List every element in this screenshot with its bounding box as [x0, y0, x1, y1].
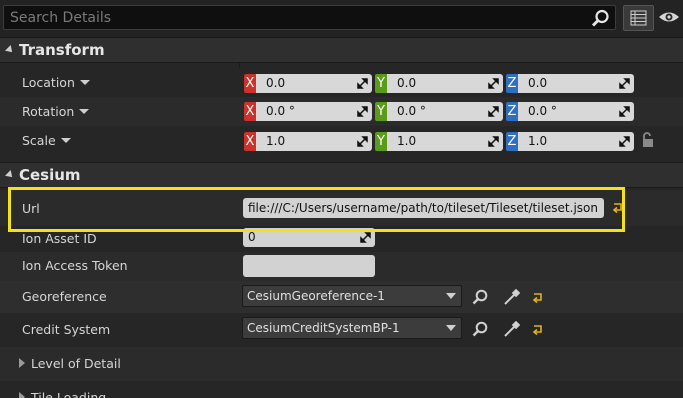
- expand-arrow-icon[interactable]: [19, 358, 25, 368]
- location-x-field[interactable]: X 0.0: [244, 74, 372, 93]
- axis-x-label: X: [244, 74, 256, 93]
- url-field[interactable]: file:///C:/Users/username/path/to/tilese…: [243, 198, 604, 218]
- property-row-georeference: Georeference CesiumGeoreference-1: [0, 281, 683, 313]
- level-of-detail-label: Level of Detail: [31, 356, 121, 371]
- axis-x-label: X: [244, 102, 256, 121]
- property-row-ion-asset-id: Ion Asset ID 0: [0, 226, 683, 252]
- scale-y-field[interactable]: Y 1.0: [375, 132, 503, 151]
- lock-icon[interactable]: [640, 131, 656, 152]
- drag-arrows-icon[interactable]: [360, 232, 371, 243]
- collapse-arrow-icon[interactable]: [5, 45, 15, 55]
- ion-access-token-label: Ion Access Token: [22, 258, 128, 273]
- property-row-scale: Scale X 1.0 Y 1.0 Z 1.0: [0, 126, 683, 156]
- ion-asset-id-field[interactable]: 0: [243, 228, 375, 247]
- reset-to-default-icon[interactable]: [532, 291, 544, 306]
- category-level-of-detail[interactable]: Level of Detail: [0, 347, 683, 381]
- eyedropper-icon[interactable]: [503, 288, 521, 309]
- location-z-field[interactable]: Z 0.0: [506, 74, 634, 93]
- drag-arrows-icon[interactable]: [619, 136, 630, 147]
- drag-arrows-icon[interactable]: [357, 136, 368, 147]
- axis-y-label: Y: [375, 132, 387, 151]
- property-row-rotation: Rotation X 0.0 ° Y 0.0 ° Z 0.0 °: [0, 97, 683, 126]
- url-label: Url: [22, 201, 40, 216]
- chevron-down-icon: [79, 109, 90, 114]
- drag-arrows-icon[interactable]: [488, 136, 499, 147]
- property-matrix-button[interactable]: [623, 5, 654, 31]
- ion-asset-id-value: 0: [248, 230, 256, 244]
- georeference-label: Georeference: [22, 289, 107, 304]
- scale-x-field[interactable]: X 1.0: [244, 132, 372, 151]
- chevron-down-icon: [446, 325, 456, 331]
- ion-asset-id-label: Ion Asset ID: [22, 231, 97, 246]
- rotation-label[interactable]: Rotation: [22, 104, 90, 119]
- drag-arrows-icon[interactable]: [357, 106, 368, 117]
- credit-system-value: CesiumCreditSystemBP-1: [247, 321, 400, 335]
- credit-system-dropdown[interactable]: CesiumCreditSystemBP-1: [242, 317, 462, 339]
- search-placeholder: Search Details: [10, 10, 112, 26]
- axis-y-label: Y: [375, 74, 387, 93]
- credit-system-label: Credit System: [22, 322, 111, 337]
- drag-arrows-icon[interactable]: [357, 78, 368, 89]
- property-row-credit-system: Credit System CesiumCreditSystemBP-1: [0, 313, 683, 347]
- property-row-url: Url file:///C:/Users/username/path/to/ti…: [0, 190, 683, 226]
- location-y-value: 0.0: [397, 76, 417, 90]
- chevron-down-icon: [446, 293, 456, 299]
- section-transform[interactable]: Transform: [0, 37, 683, 63]
- expand-arrow-icon[interactable]: [19, 392, 25, 398]
- axis-z-label: Z: [506, 132, 518, 151]
- section-title-transform: Transform: [19, 41, 105, 59]
- details-toolbar: Search Details: [0, 0, 683, 37]
- location-label[interactable]: Location: [22, 75, 90, 90]
- location-x-value: 0.0: [266, 76, 286, 90]
- rotation-y-field[interactable]: Y 0.0 °: [375, 102, 503, 121]
- search-input[interactable]: Search Details: [3, 5, 616, 30]
- rotation-x-field[interactable]: X 0.0 °: [244, 102, 372, 121]
- axis-y-label: Y: [375, 102, 387, 121]
- grid-icon: [630, 10, 647, 26]
- collapse-arrow-icon[interactable]: [5, 170, 15, 180]
- browse-search-icon[interactable]: [472, 321, 489, 341]
- scale-z-value: 1.0: [528, 134, 548, 148]
- axis-x-label: X: [244, 132, 256, 151]
- category-tile-loading[interactable]: Tile Loading: [0, 381, 683, 398]
- axis-z-label: Z: [506, 74, 518, 93]
- rotation-x-value: 0.0 °: [266, 104, 295, 118]
- property-row-location: Location X 0.0 Y 0.0 Z 0.0: [0, 68, 683, 97]
- rotation-z-field[interactable]: Z 0.0 °: [506, 102, 634, 121]
- chevron-down-icon: [79, 80, 90, 85]
- scale-x-value: 1.0: [266, 134, 286, 148]
- drag-arrows-icon[interactable]: [619, 78, 630, 89]
- chevron-down-icon: [60, 138, 71, 143]
- tile-loading-label: Tile Loading: [31, 390, 107, 398]
- drag-arrows-icon[interactable]: [619, 106, 630, 117]
- rotation-y-value: 0.0 °: [397, 104, 426, 118]
- scale-z-field[interactable]: Z 1.0: [506, 132, 634, 151]
- georeference-value: CesiumGeoreference-1: [247, 289, 385, 303]
- reset-to-default-icon[interactable]: [532, 323, 544, 338]
- eyedropper-icon[interactable]: [503, 320, 521, 341]
- section-title-cesium: Cesium: [19, 166, 81, 184]
- georeference-dropdown[interactable]: CesiumGeoreference-1: [242, 285, 462, 307]
- section-cesium[interactable]: Cesium: [0, 162, 683, 188]
- eye-icon[interactable]: [658, 8, 680, 29]
- ion-access-token-field[interactable]: [243, 255, 375, 277]
- scale-y-value: 1.0: [397, 134, 417, 148]
- browse-search-icon[interactable]: [472, 289, 489, 309]
- axis-z-label: Z: [506, 102, 518, 121]
- rotation-z-value: 0.0 °: [528, 104, 557, 118]
- search-icon[interactable]: [591, 9, 611, 30]
- reset-to-default-icon[interactable]: [612, 201, 624, 216]
- scale-label[interactable]: Scale: [22, 133, 71, 148]
- property-row-ion-access-token: Ion Access Token: [0, 252, 683, 281]
- location-z-value: 0.0: [528, 76, 548, 90]
- drag-arrows-icon[interactable]: [488, 78, 499, 89]
- drag-arrows-icon[interactable]: [488, 106, 499, 117]
- location-y-field[interactable]: Y 0.0: [375, 74, 503, 93]
